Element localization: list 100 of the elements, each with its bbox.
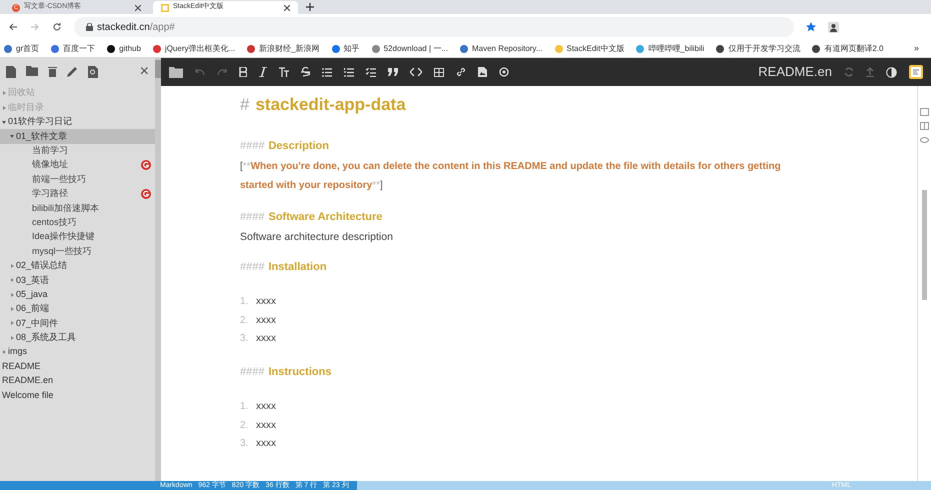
- bookmark-icon: [636, 44, 644, 52]
- strikethrough-icon[interactable]: [301, 67, 310, 77]
- heading-icon[interactable]: [279, 67, 289, 77]
- folder-item[interactable]: 01软件学习日记: [0, 114, 155, 130]
- settings-icon[interactable]: [499, 67, 509, 77]
- reload-icon[interactable]: [52, 22, 62, 32]
- heading: Instructions: [268, 364, 332, 380]
- bookmark-link[interactable]: 仅用于开发学习交流: [716, 42, 800, 54]
- file-item[interactable]: mysql一些技巧: [0, 244, 155, 259]
- bookmark-icon: [812, 44, 820, 52]
- caret-down-icon[interactable]: [2, 120, 6, 124]
- link-icon[interactable]: [456, 67, 466, 77]
- file-item[interactable]: Idea操作快捷键: [0, 230, 155, 244]
- caret-right-icon[interactable]: [10, 321, 14, 326]
- sync-icon[interactable]: [844, 67, 854, 77]
- app-logo-icon[interactable]: [909, 65, 923, 79]
- folder-item[interactable]: 08_系统及工具: [0, 330, 155, 346]
- list-number: 2.: [240, 314, 250, 328]
- paragraph: Software architecture description: [240, 230, 394, 244]
- new-tab-icon[interactable]: [306, 3, 314, 11]
- checklist-icon[interactable]: [366, 68, 376, 76]
- caret-right-icon[interactable]: [10, 307, 14, 312]
- undo-icon[interactable]: [195, 68, 205, 76]
- folder-item[interactable]: imgs: [0, 345, 155, 360]
- scrollbar-thumb[interactable]: [922, 190, 927, 300]
- image-icon[interactable]: [478, 67, 487, 77]
- file-item[interactable]: 镜像地址: [0, 158, 155, 172]
- folder-item[interactable]: 02_错误总结: [0, 258, 155, 274]
- pencil-icon[interactable]: [67, 66, 78, 77]
- heading: Description: [268, 138, 329, 154]
- profile-icon[interactable]: [828, 22, 839, 32]
- close-tab-icon[interactable]: [135, 4, 141, 10]
- caret-right-icon[interactable]: [10, 336, 14, 340]
- close-tab-icon[interactable]: [284, 4, 290, 10]
- file-item[interactable]: bilibili加倍速脚本: [0, 201, 155, 216]
- folder-item[interactable]: 03_英语: [0, 273, 155, 288]
- back-icon[interactable]: [8, 22, 18, 32]
- bookmark-link[interactable]: 百度一下: [51, 42, 96, 54]
- bold-icon[interactable]: [239, 67, 247, 77]
- list-number: 2.: [240, 418, 250, 432]
- preview-icon[interactable]: [920, 136, 929, 144]
- site-icon: [161, 4, 169, 12]
- caret-right-icon[interactable]: [2, 91, 6, 96]
- bookmark-link[interactable]: 知乎: [332, 42, 360, 54]
- folder-item[interactable]: 05_java: [0, 287, 155, 302]
- bookmark-link[interactable]: jQuery弹出框美化...: [152, 42, 236, 54]
- trash-icon[interactable]: [48, 66, 57, 77]
- new-folder-icon[interactable]: [26, 66, 38, 76]
- address-field[interactable]: stackedit.cn/app#: [74, 17, 794, 37]
- contrast-icon[interactable]: [886, 66, 897, 78]
- file-item[interactable]: Welcome file: [0, 388, 155, 403]
- star-icon[interactable]: [806, 22, 816, 32]
- quote-icon[interactable]: [388, 68, 398, 76]
- file-item[interactable]: README.en: [0, 374, 155, 388]
- bookmark-link[interactable]: StackEdit中文版: [554, 42, 624, 54]
- list-item: xxxx: [256, 314, 276, 328]
- upload-icon[interactable]: [866, 67, 874, 77]
- list-item: xxxx: [256, 437, 276, 451]
- folder-item[interactable]: 06_前端: [0, 302, 155, 316]
- folder-item[interactable]: 01_软件文章: [0, 129, 155, 144]
- caret-down-icon[interactable]: [10, 134, 14, 138]
- bookmark-link[interactable]: 哔哩哔哩_bilibili: [636, 42, 704, 54]
- caret-right-icon[interactable]: [10, 278, 14, 282]
- new-file-icon[interactable]: [6, 66, 16, 78]
- heading-mark: #: [240, 94, 250, 116]
- table-icon[interactable]: [434, 68, 444, 76]
- file-item[interactable]: 当前学习: [0, 144, 155, 158]
- bookmark-link[interactable]: 52download | 一...: [372, 42, 448, 54]
- bookmark-link[interactable]: gr首页: [4, 42, 40, 54]
- heading: Software Architecture: [268, 210, 382, 225]
- search-icon[interactable]: [88, 66, 98, 78]
- list-number: 3.: [240, 437, 250, 451]
- more-bookmarks[interactable]: »: [914, 42, 927, 56]
- file-item[interactable]: README: [0, 359, 155, 374]
- list-number: 3.: [240, 332, 250, 346]
- side-panel-icon[interactable]: [920, 108, 929, 116]
- bullet-list-icon[interactable]: [322, 68, 332, 76]
- code-icon[interactable]: [410, 68, 422, 76]
- bookmark-link[interactable]: 新浪财经_新浪网: [247, 42, 320, 54]
- folder-item[interactable]: 07_中间件: [0, 316, 155, 331]
- caret-right-icon[interactable]: [2, 350, 6, 354]
- close-button[interactable]: ×: [140, 64, 149, 80]
- caret-right-icon[interactable]: [10, 292, 14, 297]
- url-path: /app#: [150, 20, 175, 34]
- columns-icon[interactable]: [920, 122, 929, 130]
- numbered-list-icon[interactable]: [344, 68, 354, 76]
- bookmark-link[interactable]: github: [107, 42, 141, 54]
- list-item: xxxx: [256, 400, 276, 414]
- bookmark-link[interactable]: 有道网页翻译2.0: [812, 42, 884, 54]
- caret-right-icon[interactable]: [2, 106, 6, 110]
- scrollbar[interactable]: [155, 58, 161, 481]
- caret-right-icon[interactable]: [10, 264, 14, 268]
- italic-icon[interactable]: [259, 67, 267, 77]
- file-item[interactable]: 学习路径: [0, 186, 155, 202]
- file-item[interactable]: centos技巧: [0, 216, 155, 230]
- folder-icon[interactable]: [169, 66, 183, 78]
- bookmark-link[interactable]: Maven Repository...: [460, 42, 542, 54]
- redo-icon[interactable]: [217, 68, 227, 76]
- bookmark-icon: [460, 44, 468, 52]
- file-item[interactable]: 前端一些技巧: [0, 172, 155, 187]
